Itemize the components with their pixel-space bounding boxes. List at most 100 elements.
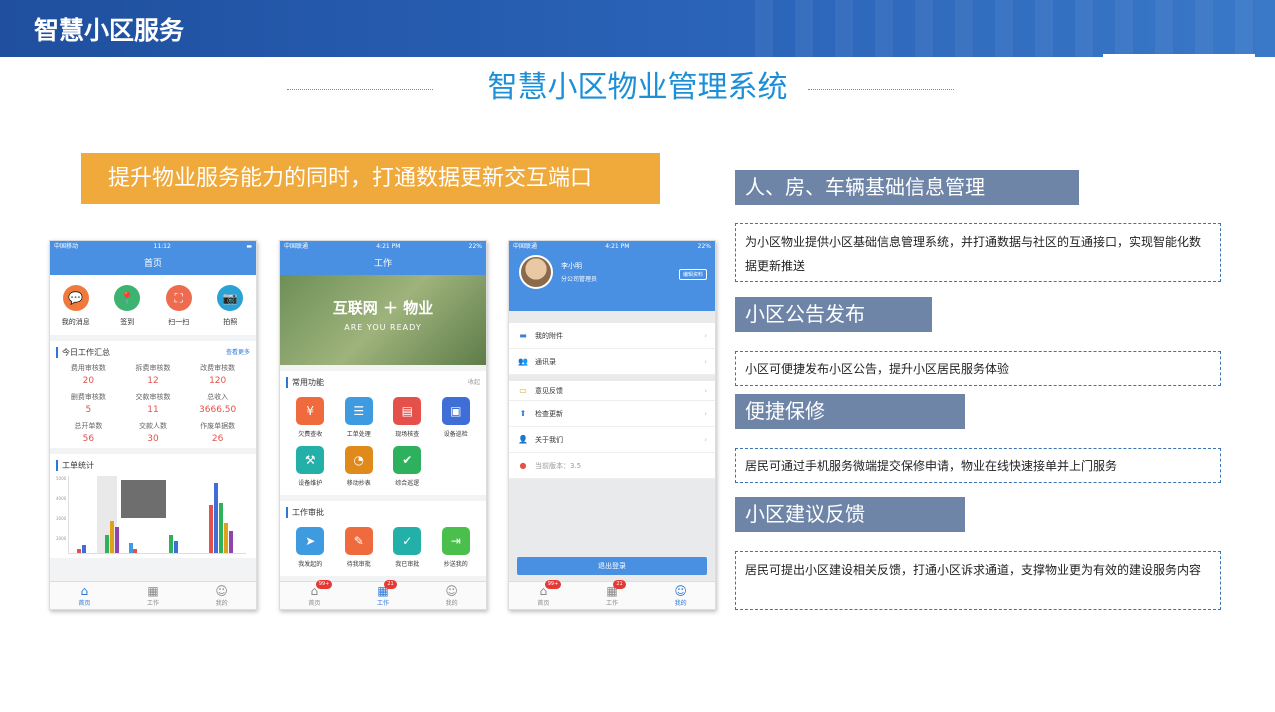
phone-work-screen: 中国联通 4:21 PM 22% 工作 互联网 ＋ 物业 ARE YOU READY… [279, 240, 487, 610]
main-title: 智慧小区物业管理系统 [487, 70, 788, 105]
function-pending[interactable]: ✎ 待我审批 [335, 527, 384, 568]
tab-profile[interactable]: ☺ 我的 [187, 582, 256, 609]
tab-work[interactable]: ▦ 工作 [119, 582, 188, 609]
tab-work[interactable]: ▦ 21 工作 [349, 580, 418, 609]
chart-axis-label: 2000 [56, 536, 67, 541]
menu-item-feedback[interactable]: ▭ 意见反馈 › [509, 375, 715, 401]
hero-banner[interactable]: 互联网 ＋ 物业 ARE YOU READY [280, 275, 486, 365]
tab-label: 首页 [78, 600, 91, 607]
function-meter[interactable]: ◔ 移动抄表 [335, 446, 384, 487]
stat-label: 作废单据数 [200, 422, 236, 430]
tab-label: 我的 [215, 600, 228, 607]
function-document[interactable]: ▤ 现场核查 [383, 397, 432, 438]
collapse-link[interactable]: 收起 [468, 377, 480, 388]
phone1-header: 中国移动 11:12 ▬ 首页 [50, 241, 256, 275]
menu-item-folder[interactable]: ▬ 我的附件 › [509, 323, 715, 349]
function-label: 抄送我的 [443, 561, 468, 568]
tab-profile[interactable]: ☺ 我的 [417, 582, 486, 609]
battery-icon: ▬ [246, 243, 252, 250]
chart-bar [224, 523, 228, 553]
stat-label: 改费审核数 [200, 364, 236, 372]
hero-subtitle: ARE YOU READY [344, 323, 422, 332]
stat-label: 交款审核数 [135, 393, 171, 401]
menu-item-contacts[interactable]: 👥 通讯录 › [509, 349, 715, 375]
quick-action-label: 拍照 [223, 318, 238, 326]
feature-desc-4: 居民可提出小区建设相关反馈，打通小区诉求通道，支撑物业更为有效的建设服务内容 [735, 551, 1221, 610]
function-approved[interactable]: ✓ 我已审批 [383, 527, 432, 568]
update-icon: ⬆ [519, 408, 527, 418]
title-divider-right [808, 89, 954, 90]
function-send[interactable]: ➤ 我发起的 [286, 527, 335, 568]
function-maintenance[interactable]: ⚒ 设备维护 [286, 446, 335, 487]
tab-work[interactable]: ▦ 21 工作 [578, 580, 647, 609]
stat-item: 作废单据数 26 [185, 421, 250, 444]
hero-title: 互联网 ＋ 物业 [332, 299, 434, 317]
home-icon: ⌂ [310, 584, 319, 598]
quick-action-message[interactable]: 💬 我的消息 [50, 285, 102, 327]
stat-value: 11 [147, 405, 159, 415]
about-icon: 👤 [518, 434, 528, 444]
tab-home[interactable]: ⌂ 首页 [50, 582, 119, 609]
phone-profile-screen: 中国联通 4:21 PM 22% 李小明 分公司管理员 编辑资料 ▬ 我的附件 › 👥 通讯… [508, 240, 716, 610]
stat-value: 12 [147, 376, 159, 386]
stat-value: 56 [82, 434, 95, 444]
function-chart[interactable]: ▣ 设备巡检 [432, 397, 481, 438]
summary-grid: 费用审核数 20 拆费审核数 12 改费审核数 120 删费审核数 5 交款审核数 11 总收入 36… [56, 363, 250, 444]
header-bar: 智慧小区服务 [0, 0, 1275, 57]
work-order-chart: 5000 4000 3000 2000 [56, 476, 246, 554]
logout-button[interactable]: 退出登录 [517, 557, 707, 575]
chart-bar [82, 545, 86, 553]
screen-title: 首页 [143, 259, 162, 269]
stat-item: 总收入 3666.50 [185, 392, 250, 415]
stat-value: 120 [209, 376, 227, 386]
function-cc[interactable]: ⇥ 抄送我的 [432, 527, 481, 568]
maintenance-icon: ⚒ [296, 446, 325, 474]
function-label: 移动抄表 [346, 480, 371, 487]
home-icon: ⌂ [539, 584, 548, 598]
chart-bar [174, 541, 178, 553]
shield-icon: ✔ [393, 446, 422, 474]
stat-label: 总开单数 [74, 422, 103, 430]
tab-profile[interactable]: ☺ 我的 [646, 582, 715, 609]
feature-desc-1: 为小区物业提供小区基础信息管理系统，并打通数据与社区的互通接口，实现智能化数据更… [735, 223, 1221, 282]
quick-action-camera[interactable]: 📷 拍照 [205, 285, 257, 327]
tab-label: 工作 [606, 600, 619, 607]
user-name: 李小明 [561, 262, 582, 270]
function-label: 现场核查 [395, 431, 420, 438]
edit-profile-button[interactable]: 编辑资料 [678, 269, 707, 280]
function-clipboard[interactable]: ☰ 工单处理 [335, 397, 384, 438]
function-label: 设备维护 [298, 480, 323, 487]
menu-item-about[interactable]: 👤 关于我们 › [509, 427, 715, 453]
checkin-icon: 📍 [114, 285, 141, 311]
avatar[interactable] [519, 255, 553, 289]
summary-title: 今日工作汇总 [62, 348, 110, 357]
function-shield[interactable]: ✔ 综合巡逻 [383, 446, 432, 487]
header-decoration [755, 0, 1275, 57]
function-label: 待我审批 [346, 561, 371, 568]
stats-title: 工单统计 [62, 461, 94, 470]
work-icon: ▦ [606, 584, 618, 598]
carrier: 中国移动 [54, 243, 79, 250]
common-title: 常用功能 [292, 378, 324, 387]
tab-home[interactable]: ⌂ 99+ 首页 [509, 580, 578, 609]
stat-item: 交款人数 30 [121, 421, 186, 444]
highlight-banner: 提升物业服务能力的同时，打通数据更新交互端口 [81, 153, 660, 204]
title-divider-left [287, 89, 433, 90]
camera-icon: 📷 [217, 285, 244, 311]
tab-home[interactable]: ⌂ 99+ 首页 [280, 580, 349, 609]
menu-item-update[interactable]: ⬆ 检查更新 › [509, 401, 715, 427]
chart-bar [229, 531, 233, 553]
work-approval: 工作审批 ➤ 我发起的 ✎ 待我审批 ✓ 我已审批 ⇥ 抄送我的 [280, 501, 486, 576]
header-title: 智慧小区服务 [34, 16, 185, 45]
function-yuan[interactable]: ¥ 欠费查收 [286, 397, 335, 438]
meter-icon: ◔ [344, 446, 373, 474]
stat-item: 删费审核数 5 [56, 392, 121, 415]
clock: 11:12 [153, 243, 171, 250]
quick-action-label: 扫一扫 [168, 318, 190, 326]
tab-label: 首页 [537, 600, 550, 607]
quick-action-checkin[interactable]: 📍 签到 [102, 285, 154, 327]
version-label: 当前版本：3.5 [535, 461, 582, 470]
view-more-link[interactable]: 查看更多 [226, 347, 250, 358]
quick-action-scan[interactable]: ⛶ 扫一扫 [153, 285, 205, 327]
chart-tooltip [121, 480, 166, 518]
